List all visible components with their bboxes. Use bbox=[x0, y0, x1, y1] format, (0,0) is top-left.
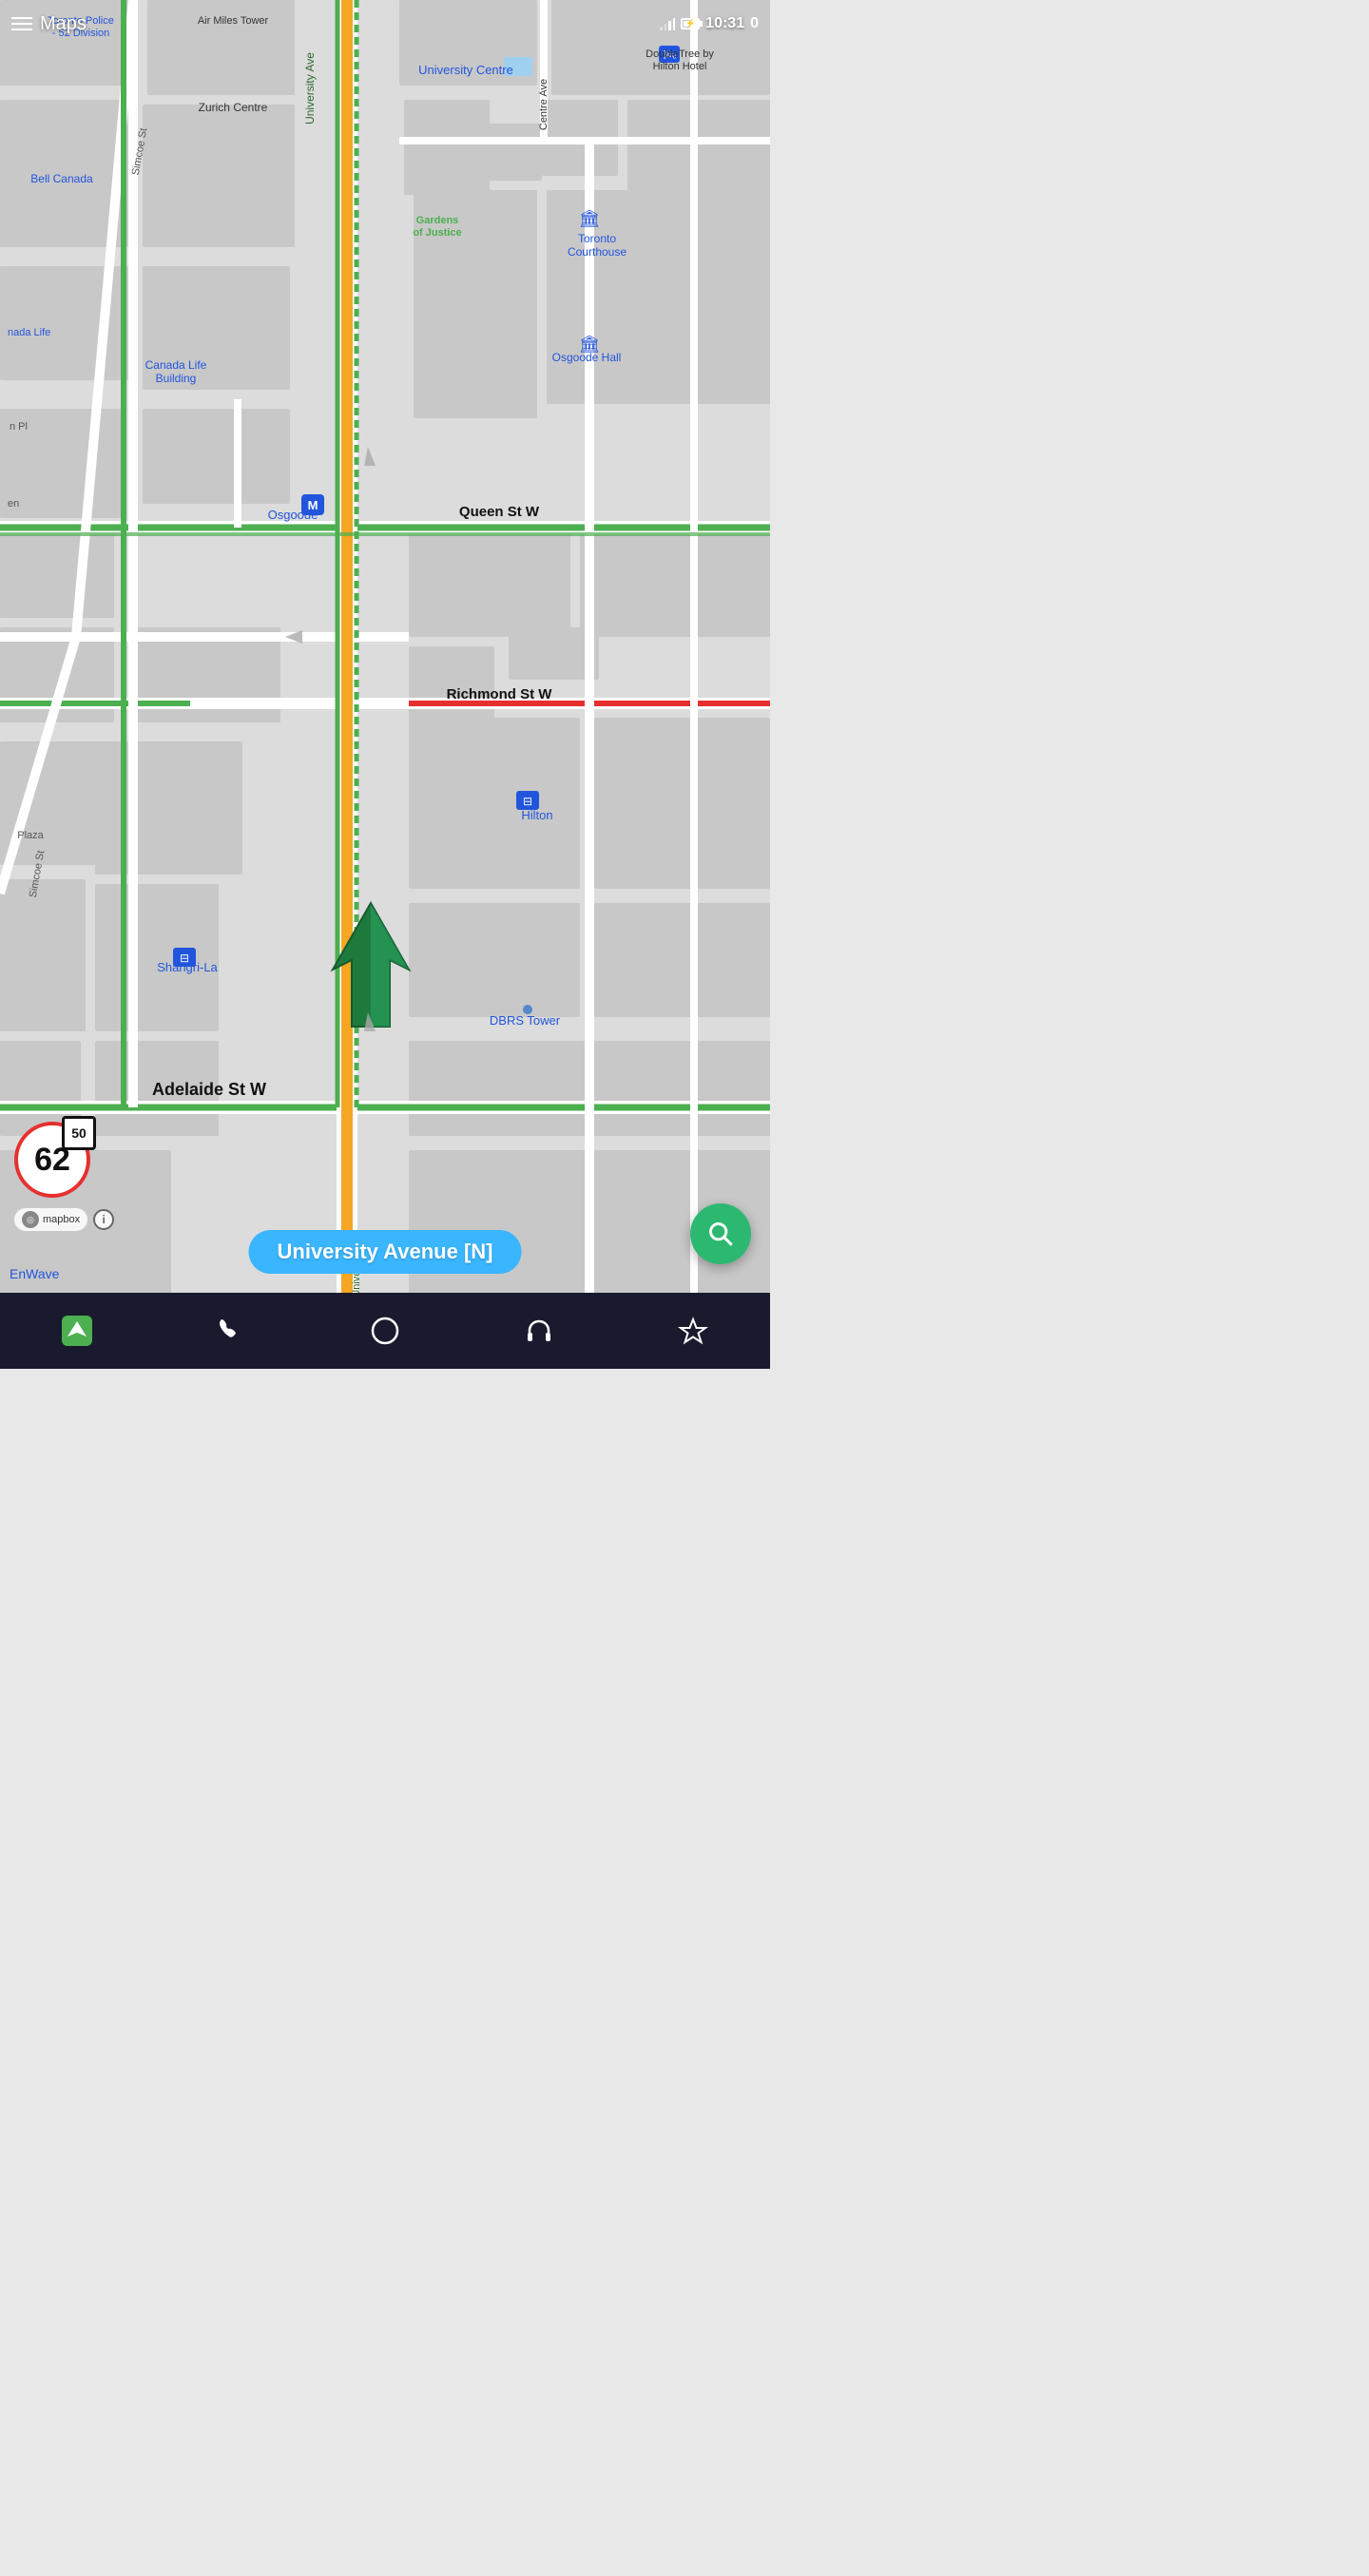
enwave-label: EnWave bbox=[10, 1266, 59, 1281]
status-left: Maps bbox=[11, 13, 87, 35]
svg-text:Toronto: Toronto bbox=[578, 232, 616, 245]
headphones-icon bbox=[524, 1316, 554, 1346]
info-button[interactable]: i bbox=[93, 1209, 114, 1230]
mapbox-logo: ◎ mapbox bbox=[14, 1208, 87, 1231]
map-container[interactable]: M 🛏 ⊟ ⊟ 🏛 🏛 University Centre Toronto Po… bbox=[0, 0, 770, 1293]
current-street-label: University Avenue [N] bbox=[278, 1240, 493, 1263]
svg-text:Shangri-La: Shangri-La bbox=[157, 960, 218, 974]
svg-text:Centre Ave: Centre Ave bbox=[538, 79, 550, 130]
speed-limit-badge: 50 bbox=[62, 1116, 96, 1150]
nav-item-headphones[interactable] bbox=[509, 1308, 569, 1354]
star-icon bbox=[678, 1316, 708, 1346]
svg-text:⊟: ⊟ bbox=[523, 795, 532, 808]
time-display: 10:31 bbox=[705, 15, 744, 32]
phone-icon bbox=[216, 1316, 246, 1346]
svg-text:Building: Building bbox=[156, 372, 197, 385]
svg-text:Richmond St W: Richmond St W bbox=[447, 686, 553, 702]
svg-text:🏛: 🏛 bbox=[579, 209, 601, 228]
search-fab-button[interactable] bbox=[690, 1203, 751, 1264]
nav-item-favorites[interactable] bbox=[663, 1308, 723, 1354]
svg-text:Zurich Centre: Zurich Centre bbox=[199, 101, 268, 114]
app-title: Maps bbox=[40, 13, 87, 35]
svg-text:Bell Canada: Bell Canada bbox=[30, 172, 93, 185]
bottom-nav bbox=[0, 1293, 770, 1369]
svg-text:nada Life: nada Life bbox=[8, 327, 50, 338]
search-icon bbox=[707, 1221, 734, 1247]
svg-text:Adelaide St W: Adelaide St W bbox=[152, 1080, 266, 1099]
svg-text:DBRS Tower: DBRS Tower bbox=[490, 1013, 561, 1028]
svg-text:DoubleTree by: DoubleTree by bbox=[646, 48, 714, 60]
compass-icon: ◎ bbox=[22, 1211, 39, 1228]
home-circle-icon bbox=[370, 1316, 400, 1346]
nav-item-navigate[interactable] bbox=[47, 1308, 107, 1354]
battery-icon: ⚡ bbox=[681, 18, 700, 29]
signal-icon bbox=[660, 17, 675, 30]
svg-text:of Justice: of Justice bbox=[413, 227, 461, 239]
svg-text:en: en bbox=[8, 498, 19, 509]
svg-text:Gardens: Gardens bbox=[416, 215, 459, 226]
navigate-icon bbox=[62, 1316, 92, 1346]
speed-indicator: 50 62 bbox=[14, 1122, 90, 1198]
nav-item-home[interactable] bbox=[355, 1308, 415, 1354]
svg-text:Hilton Hotel: Hilton Hotel bbox=[653, 61, 707, 72]
status-right: ⚡ 10:31 0 bbox=[660, 15, 759, 32]
current-street-banner: University Avenue [N] bbox=[249, 1230, 522, 1274]
svg-text:Courthouse: Courthouse bbox=[568, 245, 627, 259]
svg-text:University Centre: University Centre bbox=[418, 63, 513, 77]
nav-item-phone[interactable] bbox=[201, 1308, 261, 1354]
status-bar: Maps ⚡ 10:31 0 bbox=[0, 0, 770, 48]
svg-text:Hilton: Hilton bbox=[521, 808, 552, 822]
svg-text:n Pl: n Pl bbox=[10, 421, 28, 433]
svg-text:Queen St W: Queen St W bbox=[459, 504, 540, 520]
hamburger-menu-button[interactable] bbox=[11, 17, 32, 30]
svg-text:Osgoode Hall: Osgoode Hall bbox=[552, 351, 622, 364]
speed-display: 50 62 bbox=[14, 1122, 90, 1198]
wifi-icon: 0 bbox=[750, 15, 759, 32]
svg-text:Osgoode: Osgoode bbox=[268, 508, 318, 522]
map-attribution: ◎ mapbox i bbox=[14, 1208, 114, 1231]
svg-text:Canada Life: Canada Life bbox=[145, 358, 207, 372]
svg-text:University Ave: University Ave bbox=[303, 52, 317, 125]
mapbox-label: mapbox bbox=[43, 1214, 80, 1225]
svg-text:Plaza: Plaza bbox=[17, 830, 44, 841]
